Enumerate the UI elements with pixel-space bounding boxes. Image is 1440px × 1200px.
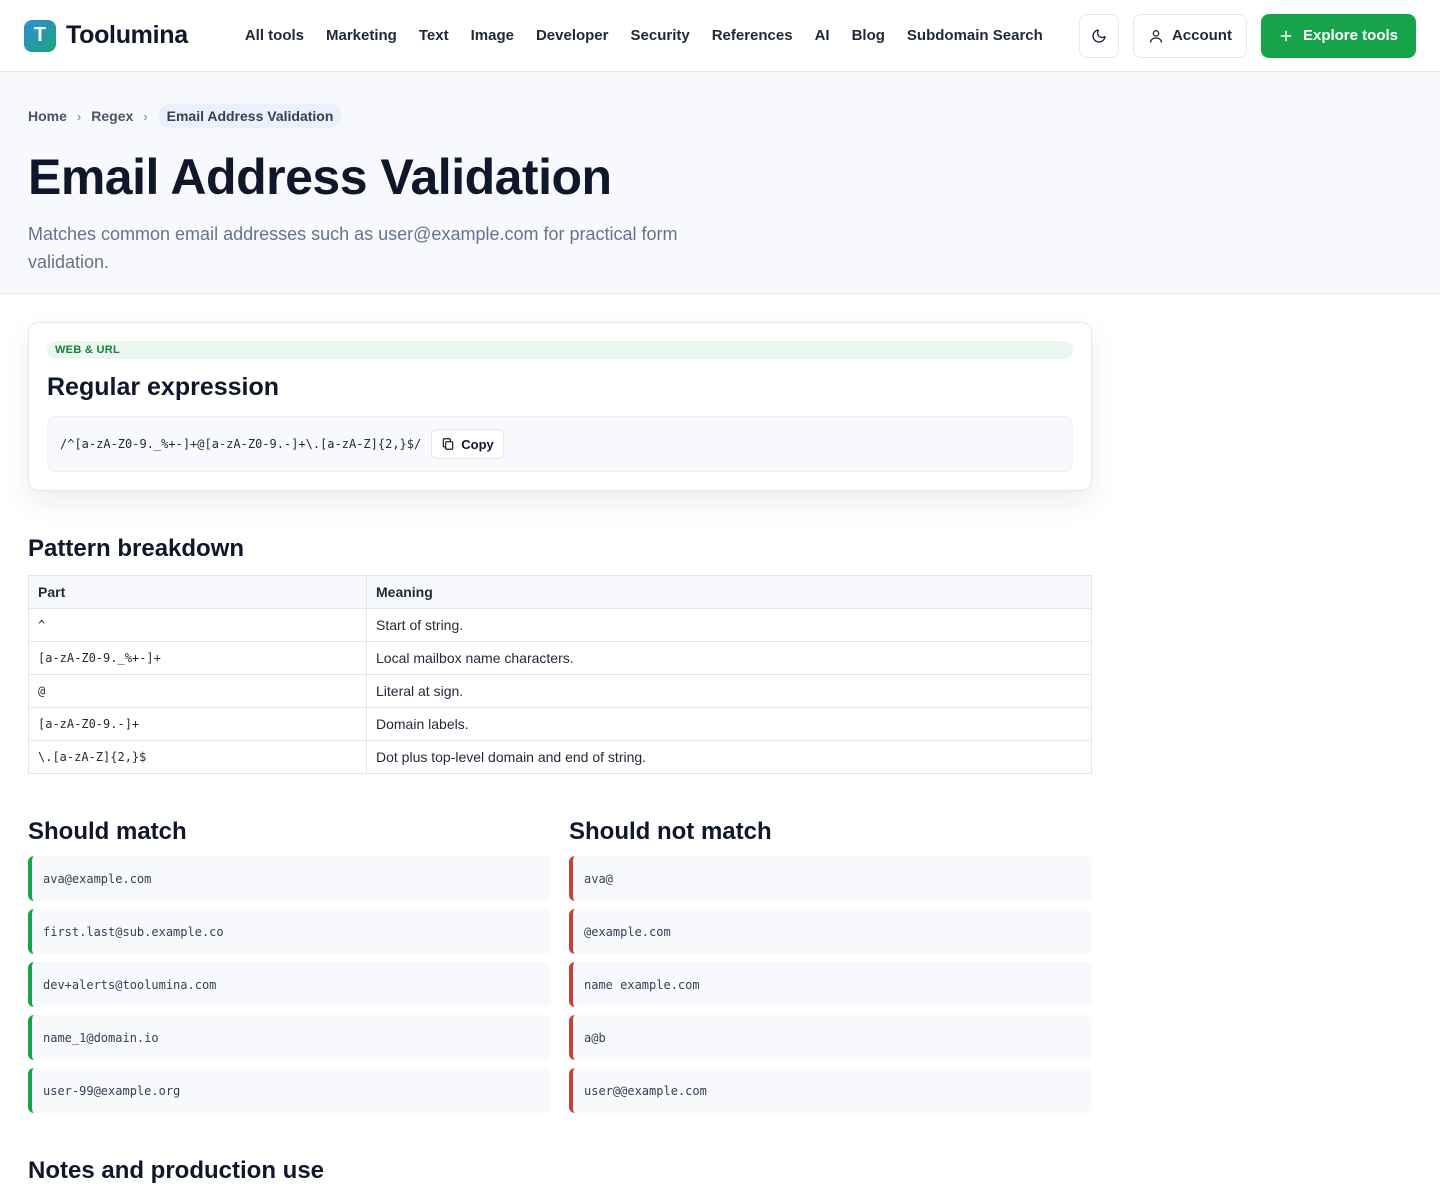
match-example: ava@example.com (28, 856, 551, 901)
pattern-breakdown: Pattern breakdown Part Meaning ^ Start o… (28, 535, 1092, 774)
copy-icon (442, 438, 454, 450)
explore-tools-label: Explore tools (1302, 27, 1398, 44)
brand[interactable]: T Toolumina (24, 19, 188, 52)
nav-ai[interactable]: AI (815, 27, 830, 44)
notes-title: Notes and production use (28, 1157, 325, 1184)
breakdown-title: Pattern breakdown (28, 535, 245, 562)
part-cell: \.[a-zA-Z]{2,}$ (28, 740, 367, 774)
nav-blog[interactable]: Blog (852, 27, 885, 44)
chevron-right-icon: › (143, 108, 148, 124)
breadcrumb-home[interactable]: Home (28, 108, 67, 124)
column-header-meaning: Meaning (366, 575, 1092, 609)
hero: Home › Regex › Email Address Validation … (0, 72, 1440, 294)
nav-security[interactable]: Security (631, 27, 690, 44)
should-not-match-list: ava@ @example.com name example.com a@b u… (569, 856, 1092, 1113)
non-match-example: name example.com (569, 962, 1092, 1007)
regex-card-title: Regular expression (47, 373, 280, 401)
nav-references[interactable]: References (712, 27, 793, 44)
breadcrumb: Home › Regex › Email Address Validation (28, 104, 1412, 128)
main-content: WEB & URL Regular expression /^[a-zA-Z0-… (28, 322, 1092, 1185)
nav-all-tools[interactable]: All tools (245, 27, 304, 44)
breadcrumb-current: Email Address Validation (157, 104, 343, 128)
table-row: [a-zA-Z0-9.-]+ Domain labels. (28, 707, 1092, 741)
part-cell: [a-zA-Z0-9._%+-]+ (28, 641, 367, 675)
non-match-example: ava@ (569, 856, 1092, 901)
breadcrumb-regex[interactable]: Regex (91, 108, 133, 124)
account-button[interactable]: Account (1132, 13, 1247, 58)
toolumina-logo: T (24, 19, 56, 52)
should-match-column: Should match ava@example.com first.last@… (28, 818, 551, 1113)
nav-marketing[interactable]: Marketing (326, 27, 397, 44)
main-nav: All tools Marketing Text Image Developer… (245, 27, 1043, 44)
regex-pattern-box: /^[a-zA-Z0-9._%+-]+@[a-zA-Z0-9.-]+\.[a-z… (47, 416, 1073, 472)
nav-developer[interactable]: Developer (536, 27, 609, 44)
nav-subdomain-search[interactable]: Subdomain Search (907, 27, 1043, 44)
page-description: Matches common email addresses such as u… (28, 224, 678, 272)
part-cell: [a-zA-Z0-9.-]+ (28, 707, 367, 741)
regex-card: WEB & URL Regular expression /^[a-zA-Z0-… (28, 322, 1092, 491)
notes-section: Notes and production use (28, 1157, 1092, 1185)
meaning-cell: Domain labels. (366, 707, 1092, 741)
meaning-cell: Dot plus top-level domain and end of str… (366, 740, 1092, 774)
part-cell: @ (28, 674, 367, 708)
should-not-match-column: Should not match ava@ @example.com name … (569, 818, 1092, 1113)
breakdown-table: Part Meaning ^ Start of string. [a-zA-Z0… (28, 575, 1092, 774)
table-row: \.[a-zA-Z]{2,}$ Dot plus top-level domai… (28, 740, 1092, 774)
explore-tools-button[interactable]: Explore tools (1260, 13, 1416, 58)
copy-button[interactable]: Copy (431, 429, 504, 459)
should-not-match-title: Should not match (569, 818, 772, 845)
regex-pattern[interactable]: /^[a-zA-Z0-9._%+-]+@[a-zA-Z0-9.-]+\.[a-z… (60, 437, 421, 451)
non-match-example: a@b (569, 1015, 1092, 1060)
theme-toggle-button[interactable] (1078, 13, 1119, 58)
copy-label: Copy (461, 436, 494, 452)
examples-section: Should match ava@example.com first.last@… (28, 818, 1092, 1113)
header-actions: Account Explore tools (1078, 13, 1416, 58)
plus-icon (1280, 30, 1292, 41)
table-header-row: Part Meaning (28, 575, 1092, 609)
non-match-example: @example.com (569, 909, 1092, 954)
brand-name: Toolumina (66, 21, 188, 49)
moon-icon (1092, 28, 1106, 43)
table-row: @ Literal at sign. (28, 674, 1092, 708)
should-match-title: Should match (28, 818, 187, 845)
chevron-right-icon: › (76, 108, 82, 124)
category-badge: WEB & URL (47, 341, 1073, 359)
column-header-part: Part (28, 575, 367, 609)
user-icon (1149, 29, 1162, 43)
match-example: name_1@domain.io (28, 1015, 551, 1060)
page-title: Email Address Validation (28, 149, 612, 205)
match-example: first.last@sub.example.co (28, 909, 551, 954)
part-cell: ^ (28, 608, 367, 642)
table-row: [a-zA-Z0-9._%+-]+ Local mailbox name cha… (28, 641, 1092, 675)
top-navigation-bar: T Toolumina All tools Marketing Text Ima… (0, 0, 1440, 72)
non-match-example: user@@example.com (569, 1068, 1092, 1113)
meaning-cell: Local mailbox name characters. (366, 641, 1092, 675)
meaning-cell: Literal at sign. (366, 674, 1092, 708)
table-row: ^ Start of string. (28, 608, 1092, 642)
match-example: user-99@example.org (28, 1068, 551, 1113)
nav-text[interactable]: Text (419, 27, 449, 44)
match-example: dev+alerts@toolumina.com (28, 962, 551, 1007)
should-match-list: ava@example.com first.last@sub.example.c… (28, 856, 551, 1113)
account-label: Account (1171, 27, 1232, 44)
meaning-cell: Start of string. (366, 608, 1092, 642)
nav-image[interactable]: Image (471, 27, 514, 44)
